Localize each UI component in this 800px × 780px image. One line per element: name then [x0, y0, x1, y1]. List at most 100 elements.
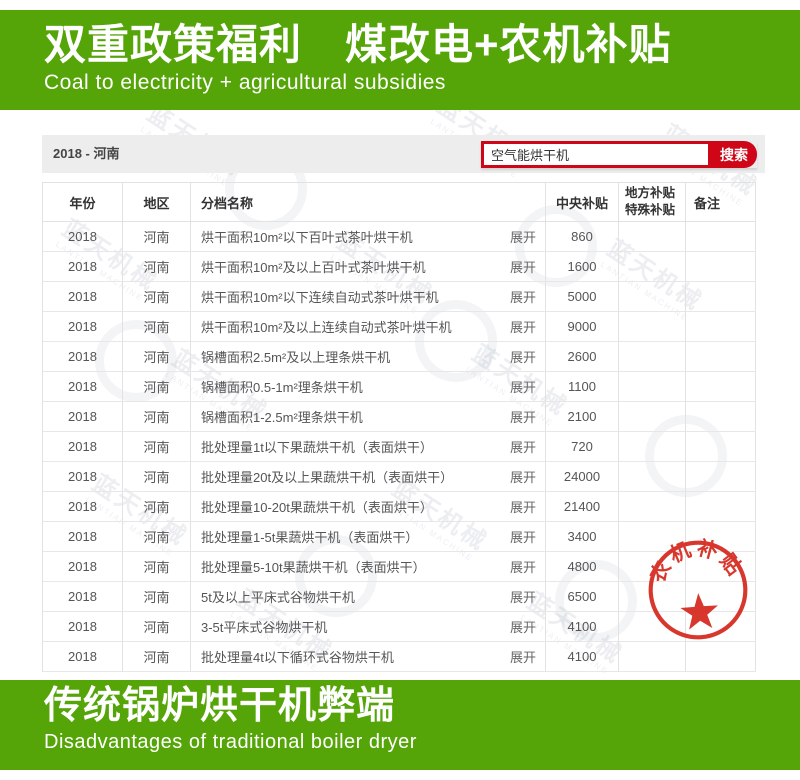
expand-link[interactable]: 展开	[510, 287, 536, 306]
expand-link[interactable]: 展开	[510, 557, 536, 576]
cell-category: 批处理量1t以下果蔬烘干机（表面烘干） 展开	[191, 432, 546, 461]
cell-region: 河南	[123, 222, 191, 251]
cell-region: 河南	[123, 312, 191, 341]
cell-local-subsidy	[619, 402, 686, 431]
cell-category: 批处理量20t及以上果蔬烘干机（表面烘干） 展开	[191, 462, 546, 491]
top-banner: 双重政策福利 煤改电+农机补贴 Coal to electricity + ag…	[0, 10, 800, 110]
category-name: 批处理量20t及以上果蔬烘干机（表面烘干）	[201, 467, 453, 486]
bottom-banner: 传统锅炉烘干机弊端 Disadvantages of traditional b…	[0, 680, 800, 770]
cell-category: 批处理量5-10t果蔬烘干机（表面烘干）展开	[191, 552, 546, 581]
page: 蓝天机械LANTIAN MACHINE 蓝天机械LANTIAN MACHINE …	[0, 0, 800, 780]
cell-remark	[686, 402, 756, 431]
table-row: 2018河南批处理量10-20t果蔬烘干机（表面烘干）展开21400	[43, 492, 756, 522]
cell-central-subsidy: 4800	[546, 552, 619, 581]
category-name: 烘干面积10m²以下连续自动式茶叶烘干机	[201, 287, 439, 306]
cell-central-subsidy: 1100	[546, 372, 619, 401]
expand-link[interactable]: 展开	[510, 467, 536, 486]
table-row: 2018河南烘干面积10m²以下连续自动式茶叶烘干机展开5000	[43, 282, 756, 312]
category-name: 批处理量10-20t果蔬烘干机（表面烘干）	[201, 497, 433, 516]
cell-region: 河南	[123, 492, 191, 521]
expand-link[interactable]: 展开	[510, 257, 536, 276]
cell-central-subsidy: 24000	[546, 462, 619, 491]
expand-link[interactable]: 展开	[510, 407, 536, 426]
table-row: 2018河南批处理量4t以下循环式谷物烘干机 展开 4100	[43, 642, 756, 672]
cell-category: 锅槽面积0.5-1m²理条烘干机展开	[191, 372, 546, 401]
expand-link[interactable]: 展开	[510, 587, 536, 606]
cell-category: 锅槽面积2.5m²及以上理条烘干机展开	[191, 342, 546, 371]
search-button[interactable]: 搜索	[711, 141, 757, 168]
header-local-line2: 特殊补贴	[625, 202, 675, 219]
search-input[interactable]	[481, 141, 711, 168]
table-row: 2018河南批处理量1t以下果蔬烘干机（表面烘干） 展开 720	[43, 432, 756, 462]
cell-local-subsidy	[619, 432, 686, 461]
cell-year: 2018	[43, 552, 123, 581]
cell-category: 3-5t平床式谷物烘干机 展开	[191, 612, 546, 641]
cell-local-subsidy	[619, 462, 686, 491]
cell-category: 烘干面积10m²及以上百叶式茶叶烘干机展开	[191, 252, 546, 281]
category-name: 烘干面积10m²以下百叶式茶叶烘干机	[201, 227, 413, 246]
expand-link[interactable]: 展开	[510, 347, 536, 366]
cell-central-subsidy: 720	[546, 432, 619, 461]
cell-year: 2018	[43, 432, 123, 461]
cell-region: 河南	[123, 642, 191, 671]
header-central-subsidy: 中央补贴	[546, 183, 619, 221]
cell-year: 2018	[43, 492, 123, 521]
category-name: 3-5t平床式谷物烘干机	[201, 617, 327, 636]
page-title: 双重政策福利 煤改电+农机补贴	[44, 22, 800, 68]
cell-central-subsidy: 1600	[546, 252, 619, 281]
cell-central-subsidy: 2600	[546, 342, 619, 371]
expand-link[interactable]: 展开	[510, 647, 536, 666]
table-row: 2018河南烘干面积10m²及以上百叶式茶叶烘干机展开1600	[43, 252, 756, 282]
category-name: 批处理量1-5t果蔬烘干机（表面烘干）	[201, 527, 418, 546]
category-name: 批处理量4t以下循环式谷物烘干机	[201, 647, 394, 666]
cell-local-subsidy	[619, 252, 686, 281]
table-row: 2018河南锅槽面积0.5-1m²理条烘干机展开1100	[43, 372, 756, 402]
cell-year: 2018	[43, 582, 123, 611]
cell-year: 2018	[43, 612, 123, 641]
cell-local-subsidy	[619, 372, 686, 401]
header-remark: 备注	[686, 183, 756, 221]
cell-remark	[686, 252, 756, 281]
table-row: 2018河南锅槽面积2.5m²及以上理条烘干机展开2600	[43, 342, 756, 372]
cell-year: 2018	[43, 522, 123, 551]
cell-remark	[686, 462, 756, 491]
cell-remark	[686, 282, 756, 311]
cell-central-subsidy: 860	[546, 222, 619, 251]
expand-link[interactable]: 展开	[510, 227, 536, 246]
cell-region: 河南	[123, 282, 191, 311]
cell-local-subsidy	[619, 342, 686, 371]
table-row: 2018河南烘干面积10m²及以上连续自动式茶叶烘干机展开9000	[43, 312, 756, 342]
cell-region: 河南	[123, 342, 191, 371]
cell-region: 河南	[123, 462, 191, 491]
cell-category: 烘干面积10m²及以上连续自动式茶叶烘干机 展开	[191, 312, 546, 341]
category-name: 烘干面积10m²及以上连续自动式茶叶烘干机	[201, 317, 452, 336]
expand-link[interactable]: 展开	[510, 377, 536, 396]
category-name: 批处理量1t以下果蔬烘干机（表面烘干）	[201, 437, 433, 456]
footer-title: 传统锅炉烘干机弊端	[44, 686, 800, 728]
cell-region: 河南	[123, 612, 191, 641]
cell-local-subsidy	[619, 282, 686, 311]
expand-link[interactable]: 展开	[510, 437, 536, 456]
expand-link[interactable]: 展开	[510, 617, 536, 636]
toolbar: 2018 - 河南 搜索	[42, 135, 765, 173]
cell-region: 河南	[123, 432, 191, 461]
cell-year: 2018	[43, 222, 123, 251]
cell-category: 批处理量4t以下循环式谷物烘干机 展开	[191, 642, 546, 671]
star-icon	[679, 592, 719, 630]
expand-link[interactable]: 展开	[510, 317, 536, 336]
table-row: 2018河南烘干面积10m²以下百叶式茶叶烘干机 展开 860	[43, 222, 756, 252]
cell-category: 批处理量1-5t果蔬烘干机（表面烘干） 展开	[191, 522, 546, 551]
header-region: 地区	[123, 183, 191, 221]
expand-link[interactable]: 展开	[510, 497, 536, 516]
table-header-row: 年份 地区 分档名称 中央补贴 地方补贴 特殊补贴 备注	[43, 183, 756, 222]
cell-year: 2018	[43, 372, 123, 401]
cell-category: 烘干面积10m²以下百叶式茶叶烘干机 展开	[191, 222, 546, 251]
expand-link[interactable]: 展开	[510, 527, 536, 546]
cell-central-subsidy: 4100	[546, 642, 619, 671]
cell-category: 锅槽面积1-2.5m²理条烘干机展开	[191, 402, 546, 431]
cell-year: 2018	[43, 312, 123, 341]
cell-year: 2018	[43, 642, 123, 671]
cell-remark	[686, 642, 756, 671]
cell-category: 烘干面积10m²以下连续自动式茶叶烘干机 展开	[191, 282, 546, 311]
cell-central-subsidy: 2100	[546, 402, 619, 431]
